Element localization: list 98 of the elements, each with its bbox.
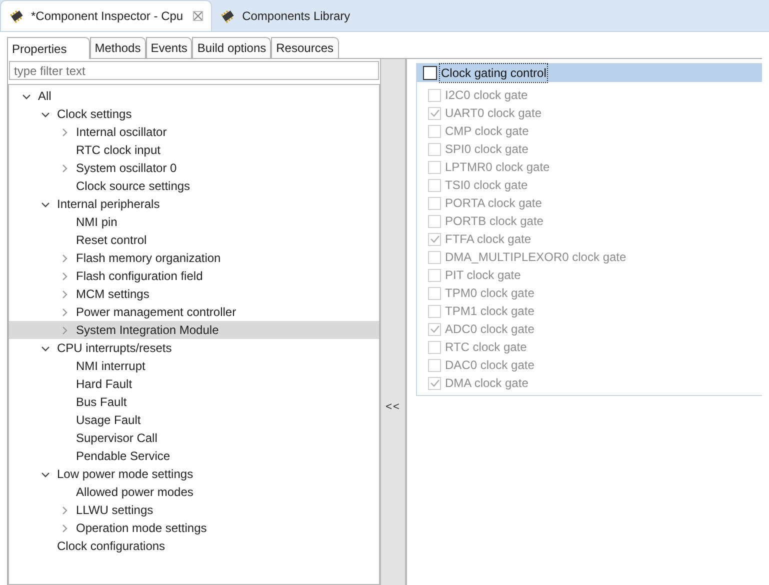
chevron-right-icon[interactable] [60,164,68,172]
checkbox-label: FTFA clock gate [445,231,532,248]
tree-item[interactable]: Supervisor Call [9,429,379,447]
tree-item-label: Pendable Service [76,448,170,465]
chevron-down-icon[interactable] [40,344,50,352]
tree-item-label: Flash configuration field [76,268,203,285]
tree-item-label: System oscillator 0 [76,160,177,177]
editor-tab[interactable]: *Component Inspector - Cpu [0,0,212,31]
tree-item-label: Usage Fault [76,412,141,429]
tree-item[interactable]: Hard Fault [9,375,379,393]
tree-item-label: LLWU settings [76,502,154,519]
chip-icon [9,8,25,24]
tree-item[interactable]: Reset control [9,231,379,249]
tree-item-label: Internal oscillator [76,124,167,141]
checkbox-label: DAC0 clock gate [445,357,534,374]
tree-item[interactable]: Clock configurations [9,537,379,555]
tree-item-label: Operation mode settings [76,520,207,537]
chevron-right-icon[interactable] [60,272,68,280]
tree-item-label: Internal peripherals [57,196,160,213]
chevron-right-icon[interactable] [60,254,68,262]
tree-item[interactable]: All [9,87,379,105]
inspector-tab[interactable]: Events [146,37,192,58]
tree-item[interactable]: Internal peripherals [9,195,379,213]
tree-item-label: Bus Fault [76,394,127,411]
tree-item-label: Clock settings [57,106,132,123]
close-icon[interactable] [193,11,204,21]
checkbox-label: TPM0 clock gate [445,285,534,302]
chevron-right-icon[interactable] [60,128,68,136]
checkbox-label: TPM1 clock gate [445,303,534,320]
tree-item[interactable]: Power management controller [9,303,379,321]
editor-tab[interactable]: Components Library [212,0,358,31]
tree-item[interactable]: Flash configuration field [9,267,379,285]
checkbox-label: RTC clock gate [445,339,527,356]
inspector-tab[interactable]: Methods [90,37,146,58]
checkbox-label: DMA clock gate [445,375,528,392]
tree-item-label: Hard Fault [76,376,132,393]
filter-field[interactable]: type filter text [9,61,379,80]
chevron-right-icon[interactable] [60,308,68,316]
tree-item[interactable]: CPU interrupts/resets [9,339,379,357]
checkbox-label: LPTMR0 clock gate [445,159,550,176]
inspector-tab[interactable]: Properties [7,37,90,59]
checkbox-label: PORTB clock gate [445,213,544,230]
checkbox-label: TSI0 clock gate [445,177,528,194]
tree-item[interactable]: Allowed power modes [9,483,379,501]
tree-item[interactable]: NMI pin [9,213,379,231]
tree-item-label: Reset control [76,232,147,249]
tree-item[interactable]: Low power mode settings [9,465,379,483]
tree-item-label: Power management controller [76,304,236,321]
chevron-right-icon[interactable] [60,524,68,532]
tree-item-label: NMI pin [76,214,118,231]
tree-item[interactable]: MCM settings [9,285,379,303]
tree-item[interactable]: Flash memory organization [9,249,379,267]
checkbox[interactable] [423,66,437,80]
tree-item[interactable]: System oscillator 0 [9,159,379,177]
collapse-button[interactable]: << [386,398,400,415]
tree-item-label: Clock source settings [76,178,190,195]
tree-item[interactable]: Usage Fault [9,411,379,429]
checkbox-label: PIT clock gate [445,267,521,284]
group-header[interactable]: Clock gating control [417,64,762,82]
chevron-down-icon[interactable] [40,110,50,118]
checkbox-label: UART0 clock gate [445,105,542,122]
tree-item-label: NMI interrupt [76,358,146,375]
chevron-down-icon[interactable] [22,92,30,100]
tree-item[interactable]: Clock settings [9,105,379,123]
tree-item-label: Flash memory organization [76,250,221,267]
tree-item[interactable]: RTC clock input [9,141,379,159]
chevron-right-icon[interactable] [60,326,68,334]
inspector-tab[interactable]: Build options [192,37,272,58]
tree-item[interactable]: Internal oscillator [9,123,379,141]
chevron-down-icon[interactable] [40,470,50,478]
tree-item[interactable]: Bus Fault [9,393,379,411]
tree-item-label: All [38,88,52,105]
chevron-right-icon[interactable] [60,506,68,514]
chip-icon [220,8,236,24]
tree-item[interactable]: LLWU settings [9,501,379,519]
checkbox-label: ADC0 clock gate [445,321,534,338]
tree-item-label: MCM settings [76,286,150,303]
tree-item[interactable]: System Integration Module [9,321,379,339]
tree-item-label: Low power mode settings [57,466,194,483]
tree-item-label: CPU interrupts/resets [57,340,172,357]
checkbox-label: SPI0 clock gate [445,141,528,158]
chevron-right-icon[interactable] [60,290,68,298]
tree-item[interactable]: Clock source settings [9,177,379,195]
checkbox-label: DMA_MULTIPLEXOR0 clock gate [445,249,626,266]
tree-item-label: System Integration Module [76,322,219,339]
checkbox-label: PORTA clock gate [445,195,542,212]
checkbox-label: CMP clock gate [445,123,529,140]
tree-item[interactable]: NMI interrupt [9,357,379,375]
tree-item[interactable]: Operation mode settings [9,519,379,537]
tree-item-label: Supervisor Call [76,430,158,447]
inspector-tab[interactable]: Resources [271,37,338,58]
tree-item-label: Clock configurations [57,538,166,555]
chevron-down-icon[interactable] [40,200,50,208]
group-label: Clock gating control [439,63,548,83]
tree-item-label: RTC clock input [76,142,160,159]
tree-item-label: Allowed power modes [76,484,194,501]
tree-item[interactable]: Pendable Service [9,447,379,465]
checkbox-label: I2C0 clock gate [445,87,528,104]
